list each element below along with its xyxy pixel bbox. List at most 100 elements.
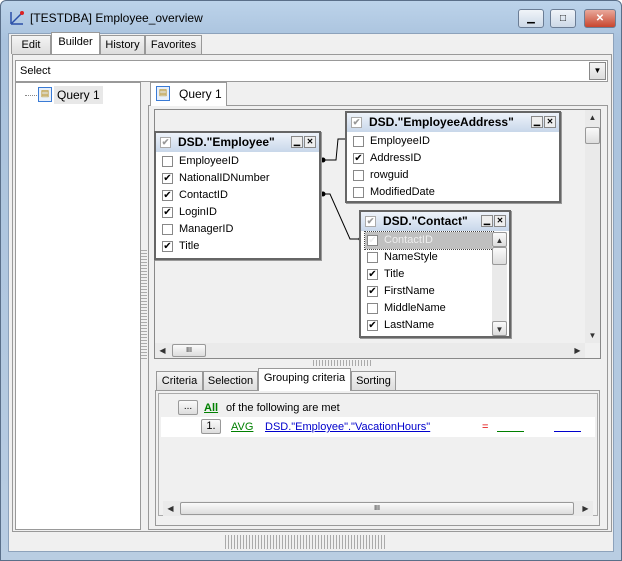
field-label: rowguid <box>370 169 409 181</box>
field-row[interactable]: ✔ LastName <box>365 317 493 334</box>
field-row[interactable]: EmployeeID <box>351 133 559 150</box>
field-checkbox[interactable]: ✔ <box>353 153 364 164</box>
field-label: NationalIDNumber <box>179 172 270 184</box>
field-checkbox[interactable] <box>353 170 364 181</box>
row-number-button[interactable]: 1. <box>201 419 221 434</box>
field-label: EmployeeID <box>179 155 239 167</box>
close-table-icon[interactable]: ✕ <box>544 116 556 128</box>
scroll-thumb[interactable]: III <box>180 502 574 515</box>
checkbox-all[interactable]: ✔ <box>365 216 376 227</box>
table-header[interactable]: ✔ DSD."EmployeeAddress" ▁ ✕ <box>347 113 559 132</box>
field-checkbox[interactable] <box>367 303 378 314</box>
field-checkbox[interactable] <box>162 156 173 167</box>
field-row[interactable]: NameStyle <box>365 249 493 266</box>
field-row[interactable]: ✔ FirstName <box>365 283 493 300</box>
field-label: LoginID <box>179 206 217 218</box>
field-label: AddressID <box>370 152 422 164</box>
scroll-right-icon[interactable]: ▶ <box>578 501 593 516</box>
field-checkbox[interactable]: ✔ <box>162 241 173 252</box>
diagram-vscrollbar[interactable]: ▲ ▼ <box>585 110 600 343</box>
query-icon: ▤ <box>156 86 170 101</box>
table-header[interactable]: ✔ DSD."Employee" ▁ ✕ <box>156 133 319 152</box>
tab-selection[interactable]: Selection <box>203 371 258 390</box>
scroll-left-icon[interactable]: ◀ <box>163 501 178 516</box>
table-employee[interactable]: ✔ DSD."Employee" ▁ ✕ EmployeeID ✔ NationalID… <box>154 131 321 260</box>
scroll-up-icon[interactable]: ▲ <box>585 110 600 125</box>
field-checkbox[interactable]: ✔ <box>162 207 173 218</box>
field-checkbox[interactable]: ✔ <box>367 269 378 280</box>
field-row[interactable]: ✔ Title <box>365 266 493 283</box>
table-employeeaddress[interactable]: ✔ DSD."EmployeeAddress" ▁ ✕ EmployeeID ✔ Add… <box>345 111 561 203</box>
condition-suffix: of the following are met <box>226 402 340 414</box>
ellipsis-button[interactable]: ... <box>178 400 198 415</box>
field-checkbox[interactable]: ✔ <box>367 235 378 246</box>
field-row[interactable]: ManagerID <box>160 221 319 238</box>
field-checkbox[interactable]: ✔ <box>367 320 378 331</box>
scroll-thumb[interactable] <box>585 127 600 144</box>
field-row[interactable]: ✔ Title <box>160 238 319 255</box>
field-label: ManagerID <box>179 223 234 235</box>
close-table-icon[interactable]: ✕ <box>494 215 506 227</box>
field-checkbox[interactable]: ✔ <box>162 173 173 184</box>
table-name: DSD."Contact" <box>383 214 468 228</box>
table-scrollbar[interactable]: ▲ ▼ <box>492 232 507 336</box>
table-header[interactable]: ✔ DSD."Contact" ▁ ✕ <box>361 212 509 231</box>
field-row[interactable]: ✔ NationalIDNumber <box>160 170 319 187</box>
field-label: ContactID <box>384 234 433 246</box>
field-label: ContactID <box>179 189 228 201</box>
close-table-icon[interactable]: ✕ <box>304 136 316 148</box>
field-label: NameStyle <box>384 251 438 263</box>
tab-grouping-criteria[interactable]: Grouping criteria <box>258 368 351 391</box>
minimize-table-icon[interactable]: ▁ <box>481 215 493 227</box>
horizontal-splitter[interactable] <box>313 360 373 366</box>
table-contact[interactable]: ✔ DSD."Contact" ▁ ✕ ✔ ContactID NameStyle ✔ Ti… <box>359 210 511 338</box>
tab-builder[interactable]: Builder <box>51 32 100 54</box>
field-label: Title <box>384 268 405 280</box>
tab-criteria[interactable]: Criteria <box>156 371 203 390</box>
field-checkbox[interactable]: ✔ <box>367 286 378 297</box>
field-row[interactable]: ✔ ContactID <box>160 187 319 204</box>
field-checkbox[interactable] <box>353 187 364 198</box>
operator-link[interactable]: = <box>482 421 488 433</box>
value-placeholder-left[interactable] <box>497 431 524 432</box>
field-label: MiddleName <box>384 302 446 314</box>
field-row[interactable]: ModifiedDate <box>351 184 559 201</box>
minimize-table-icon[interactable]: ▁ <box>291 136 303 148</box>
field-row[interactable]: EmployeeID <box>160 153 319 170</box>
minimize-table-icon[interactable]: ▁ <box>531 116 543 128</box>
field-checkbox[interactable] <box>367 252 378 263</box>
checkbox-all[interactable]: ✔ <box>351 117 362 128</box>
field-row[interactable]: ✔ ContactID <box>364 231 494 250</box>
field-row[interactable]: ✔ AddressID <box>351 150 559 167</box>
field-checkbox[interactable]: ✔ <box>162 190 173 201</box>
field-row[interactable]: rowguid <box>351 167 559 184</box>
grouping-editor: ... All of the following are met 1. AVG … <box>158 393 598 516</box>
scroll-thumb[interactable] <box>492 247 507 265</box>
bottom-splitter[interactable] <box>225 535 385 549</box>
scroll-up-icon[interactable]: ▲ <box>492 232 507 247</box>
field-row[interactable]: MiddleName <box>365 300 493 317</box>
scroll-right-icon[interactable]: ▶ <box>570 343 585 358</box>
field-checkbox[interactable] <box>353 136 364 147</box>
field-row[interactable]: ✔ LoginID <box>160 204 319 221</box>
scroll-down-icon[interactable]: ▼ <box>585 328 600 343</box>
field-label: LastName <box>384 319 435 331</box>
tab-sorting[interactable]: Sorting <box>351 371 396 390</box>
scroll-left-icon[interactable]: ◀ <box>155 343 170 358</box>
checkbox-all[interactable]: ✔ <box>160 137 171 148</box>
diagram-hscrollbar[interactable]: ◀ III ▶ <box>155 343 585 358</box>
grouping-hscrollbar[interactable]: ◀ III ▶ <box>163 501 593 516</box>
all-operator-link[interactable]: All <box>204 402 218 414</box>
value-placeholder-right[interactable] <box>554 431 581 432</box>
condition-row[interactable]: 1. AVG DSD."Employee"."VacationHours" = <box>161 417 595 437</box>
table-name: DSD."Employee" <box>178 135 275 149</box>
scroll-down-icon[interactable]: ▼ <box>492 321 507 336</box>
aggregate-function-link[interactable]: AVG <box>231 421 253 433</box>
table-name: DSD."EmployeeAddress" <box>369 115 514 129</box>
query-tab-label: Query 1 <box>179 87 222 101</box>
field-checkbox[interactable] <box>162 224 173 235</box>
field-link[interactable]: DSD."Employee"."VacationHours" <box>265 421 430 433</box>
scroll-thumb[interactable]: III <box>172 344 206 357</box>
field-label: Title <box>179 240 200 252</box>
field-label: EmployeeID <box>370 135 430 147</box>
